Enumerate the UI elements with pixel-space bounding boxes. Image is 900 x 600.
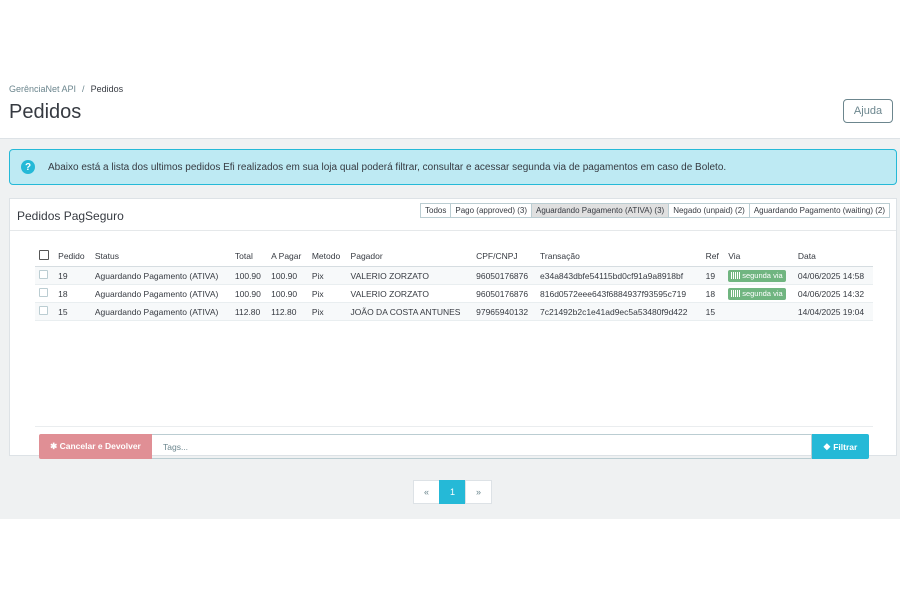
filter-button[interactable]: ◆ Filtrar — [812, 434, 869, 459]
table-row: 18 Aguardando Pagamento (ATIVA) 100.90 1… — [35, 284, 873, 303]
col-pagador: Pagador — [346, 245, 473, 267]
page-title: Pedidos — [9, 101, 82, 123]
select-all-checkbox[interactable] — [39, 249, 49, 260]
segunda-via-label: segunda via — [742, 289, 783, 298]
help-button[interactable]: Ajuda — [843, 99, 893, 123]
table-row: 15 Aguardando Pagamento (ATIVA) 112.80 1… — [35, 302, 873, 321]
pagination-prev[interactable]: « — [413, 480, 440, 504]
filter-waiting[interactable]: Aguardando Pagamento (waiting) (2) — [748, 203, 890, 218]
pagination-page-1[interactable]: 1 — [439, 480, 466, 504]
segunda-via-label: segunda via — [742, 271, 783, 280]
segunda-via-button[interactable]: segunda via — [728, 269, 786, 282]
pagination: « 1 » — [413, 480, 492, 504]
breadcrumb: GerênciaNet API / Pedidos — [9, 84, 123, 94]
filter-approved[interactable]: Pago (approved) (3) — [450, 203, 532, 218]
status-filter-group: Todos Pago (approved) (3) Aguardando Pag… — [420, 203, 890, 218]
order-a-pagar: 100.90 — [267, 284, 308, 303]
col-transacao: Transação — [536, 245, 702, 267]
order-total: 100.90 — [230, 284, 268, 303]
order-ref: 15 — [701, 302, 725, 321]
col-cpf: CPF/CNPJ — [472, 245, 537, 267]
order-total: 100.90 — [230, 266, 268, 285]
order-data: 14/04/2025 19:04 — [793, 302, 873, 321]
order-id-link[interactable]: 18 — [54, 284, 91, 303]
card-header: Pedidos PagSeguro Todos Pago (approved) … — [10, 199, 896, 231]
table-header-row: Pedido Status Total A Pagar Metodo Pagad… — [35, 245, 873, 267]
col-pedido: Pedido — [54, 245, 91, 267]
card-title: Pedidos PagSeguro — [17, 209, 124, 223]
select-all-cell — [35, 245, 55, 267]
tag-icon: ◆ — [823, 441, 831, 451]
col-status: Status — [90, 245, 231, 267]
page-header: GerênciaNet API / Pedidos Pedidos Ajuda — [0, 75, 900, 139]
order-pagador: VALERIO ZORZATO — [346, 284, 473, 303]
barcode-icon — [731, 272, 741, 279]
row-checkbox[interactable] — [39, 288, 48, 297]
cancel-refund-button[interactable]: ✱ Cancelar e Devolver — [39, 434, 152, 459]
order-id-link[interactable]: 19 — [54, 266, 91, 285]
order-metodo: Pix — [307, 266, 347, 285]
breadcrumb-separator: / — [82, 84, 85, 94]
tags-input[interactable]: Tags... — [152, 434, 812, 459]
alert-text: Abaixo está a lista dos ultimos pedidos … — [48, 161, 727, 173]
transaction-link[interactable]: 816d0572eee643f6884937f93595c719 — [536, 284, 702, 303]
col-total: Total — [230, 245, 268, 267]
table-row: 19 Aguardando Pagamento (ATIVA) 100.90 1… — [35, 266, 873, 285]
row-checkbox[interactable] — [39, 270, 48, 279]
order-cpf: 96050176876 — [472, 284, 537, 303]
app-body: GerênciaNet API / Pedidos Pedidos Ajuda ? … — [0, 75, 900, 519]
pagination-next[interactable]: » — [465, 480, 492, 504]
order-cpf: 96050176876 — [472, 266, 537, 285]
filter-all[interactable]: Todos — [420, 203, 452, 218]
breadcrumb-current: Pedidos — [90, 84, 124, 94]
order-status: Aguardando Pagamento (ATIVA) — [90, 302, 231, 321]
col-data: Data — [793, 245, 873, 267]
order-pagador: JOÃO DA COSTA ANTUNES — [346, 302, 473, 321]
segunda-via-button[interactable]: segunda via — [728, 287, 786, 300]
filter-ativa[interactable]: Aguardando Pagamento (ATIVA) (3) — [530, 203, 670, 218]
order-status: Aguardando Pagamento (ATIVA) — [90, 284, 231, 303]
bulk-action-bar: ✱ Cancelar e Devolver Tags... ◆ Filtrar — [39, 434, 869, 459]
question-icon: ? — [21, 160, 35, 174]
order-cpf: 97965940132 — [472, 302, 537, 321]
order-data: 04/06/2025 14:32 — [793, 284, 873, 303]
filter-button-label: Filtrar — [833, 441, 858, 452]
col-ref: Ref — [701, 245, 725, 267]
breadcrumb-parent[interactable]: GerênciaNet API — [9, 84, 76, 94]
order-id-link[interactable]: 15 — [54, 302, 91, 321]
row-select-cell — [35, 266, 55, 285]
order-metodo: Pix — [307, 302, 347, 321]
order-ref: 18 — [701, 284, 725, 303]
orders-card: Pedidos PagSeguro Todos Pago (approved) … — [9, 198, 897, 504]
transaction-link[interactable]: e34a843dbfe54115bd0cf91a9a8918bf — [536, 266, 702, 285]
via-cell: segunda via — [724, 266, 794, 285]
transaction-link[interactable]: 7c21492b2c1e41ad9ec5a53480f9d422 — [536, 302, 702, 321]
via-cell — [724, 302, 794, 321]
order-data: 04/06/2025 14:58 — [793, 266, 873, 285]
info-alert: ? Abaixo está a lista dos ultimos pedido… — [9, 149, 897, 185]
col-metodo: Metodo — [307, 245, 347, 267]
order-metodo: Pix — [307, 284, 347, 303]
barcode-icon — [731, 290, 741, 297]
col-a-pagar: A Pagar — [267, 245, 308, 267]
order-a-pagar: 100.90 — [267, 266, 308, 285]
order-pagador: VALERIO ZORZATO — [346, 266, 473, 285]
row-checkbox[interactable] — [39, 306, 48, 315]
via-cell: segunda via — [724, 284, 794, 303]
row-select-cell — [35, 302, 55, 321]
divider — [35, 426, 873, 427]
order-total: 112.80 — [230, 302, 268, 321]
order-status: Aguardando Pagamento (ATIVA) — [90, 266, 231, 285]
order-ref: 19 — [701, 266, 725, 285]
row-select-cell — [35, 284, 55, 303]
filter-unpaid[interactable]: Negado (unpaid) (2) — [668, 203, 750, 218]
orders-table: Pedido Status Total A Pagar Metodo Pagad… — [35, 245, 873, 321]
order-a-pagar: 112.80 — [267, 302, 308, 321]
col-via: Via — [724, 245, 794, 267]
